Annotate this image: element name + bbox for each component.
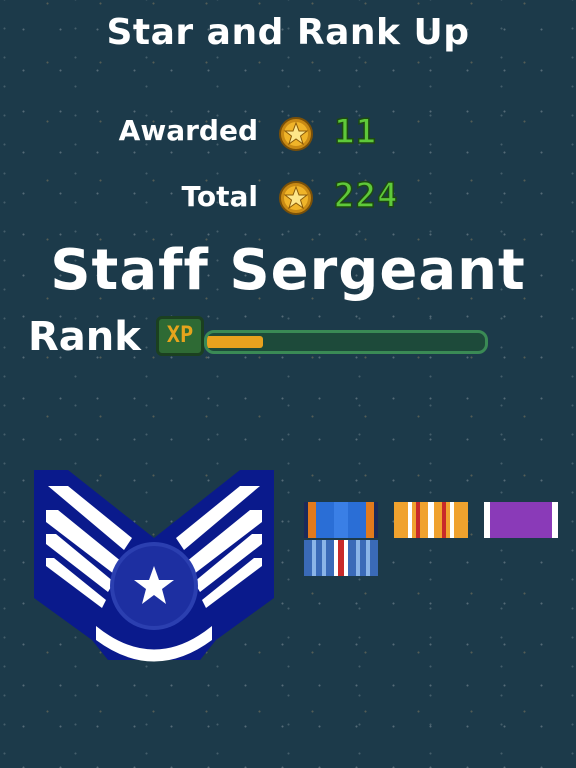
- star-medal-icon: [279, 117, 313, 151]
- awarded-value: 11: [333, 111, 377, 153]
- xp-progress-bar: [204, 330, 488, 354]
- rank-label: Rank: [28, 314, 141, 360]
- xp-progress-fill: [207, 336, 263, 348]
- ribbon-orange-white-red: [394, 502, 468, 538]
- star-medal-icon: [279, 181, 313, 215]
- ribbon-orange-blue: [304, 502, 378, 538]
- awarded-label: Awarded: [118, 114, 258, 147]
- ribbon-blue-white-red: [304, 540, 378, 576]
- ribbon-purple-white: [484, 502, 558, 538]
- total-label: Total: [181, 180, 259, 213]
- total-value: 224: [333, 175, 399, 217]
- page-title: Star and Rank Up: [106, 12, 470, 53]
- xp-badge: XP: [156, 316, 204, 356]
- staff-sergeant-chevron-icon: [34, 470, 274, 662]
- rank-name: Staff Sergeant: [50, 238, 526, 303]
